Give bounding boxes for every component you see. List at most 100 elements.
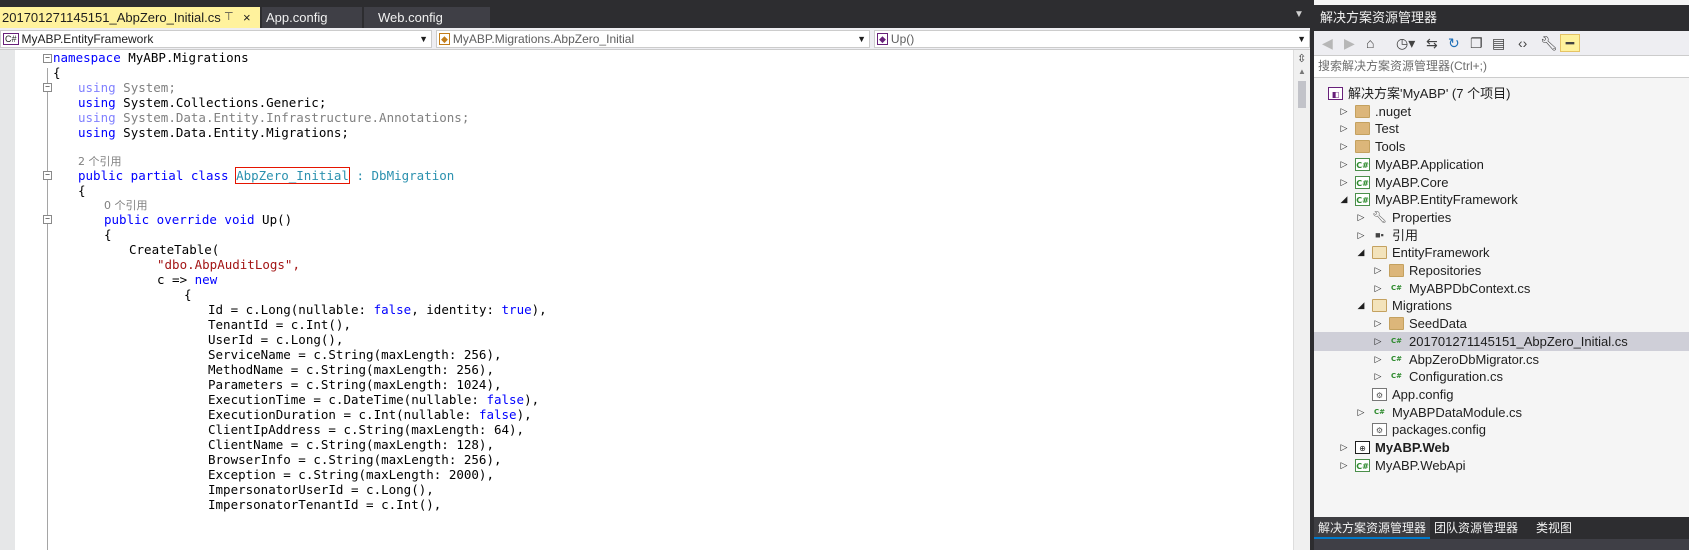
collapse-icon[interactable]: − [43,215,52,224]
collapsed-arrow-icon[interactable]: ▷ [1356,208,1366,227]
scroll-up-icon[interactable]: ▲ [1298,67,1306,76]
show-all-files-icon[interactable]: ▤ [1492,35,1505,51]
tab-team-explorer[interactable]: 团队资源管理器 [1430,517,1522,539]
csharp-project-icon: C# [1355,176,1370,189]
refresh-icon[interactable]: ↻ [1448,35,1460,51]
using-target: System; [115,80,176,95]
scrollbar-thumb[interactable] [1298,81,1306,108]
tree-item[interactable]: ◧ 解决方案'MyABP' (7 个项目) [1314,84,1689,103]
folder-icon [1389,317,1404,330]
vertical-scrollbar[interactable]: ⇳ ▲ [1293,50,1310,550]
csharp-project-icon: C# [1355,193,1370,206]
keyword: void [216,212,255,227]
tree-item[interactable]: ◢ Migrations [1314,296,1689,315]
expanded-arrow-icon[interactable]: ◢ [1356,243,1366,262]
column-definition-line: UserId = c.Long(), [208,332,343,347]
project-dropdown[interactable]: C# MyABP.EntityFramework ▼ [0,30,432,48]
tree-item-label: MyABP.Application [1375,157,1484,172]
tree-item[interactable]: ▷ ⊕ MyABP.Web [1314,438,1689,457]
tree-item[interactable]: ◢ C# MyABP.EntityFramework [1314,190,1689,209]
close-icon[interactable]: × [243,7,251,28]
code-text-area[interactable]: − − − − namespace MyABP.Migrations { usi… [0,50,1293,550]
class-name-highlighted[interactable]: AbpZero_Initial [235,167,350,184]
expanded-arrow-icon[interactable]: ◢ [1356,296,1366,315]
tree-item-label: EntityFramework [1392,245,1490,260]
collapsed-arrow-icon[interactable]: ▷ [1373,367,1383,386]
tree-item[interactable]: ▷ SeedData [1314,314,1689,333]
tree-item-label: MyABP.Web [1375,440,1450,455]
document-tab-strip: 201701271145151_AbpZero_Initial.cs ⊤ × A… [0,0,1310,28]
column-definition-line: BrowserInfo = c.String(maxLength: 256), [208,452,502,467]
codelens-reference-count[interactable]: 2 个引用 [78,154,122,169]
tab-overflow-dropdown-icon[interactable]: ▼ [1294,9,1304,20]
tree-item[interactable]: ▷ C# MyABP.WebApi [1314,456,1689,475]
tree-item-label: MyABP.EntityFramework [1375,192,1518,207]
collapsed-arrow-icon[interactable]: ▷ [1373,314,1383,333]
solution-explorer-panel: 解决方案资源管理器 ◀ ▶ ⌂ ◷▾ ⇆ ↻ ❐ ▤ ‹› 🔧︎ ━ 搜索解决方… [1310,0,1689,550]
search-input[interactable]: 搜索解决方案资源管理器(Ctrl+;) [1314,56,1689,78]
keyword: false [486,392,525,407]
splitter-icon[interactable]: ⇳ [1297,52,1306,65]
code-text: UserId = c.Long(), [208,332,344,347]
collapsed-arrow-icon[interactable]: ▷ [1339,456,1349,475]
collapsed-arrow-icon[interactable]: ▷ [1339,119,1349,138]
wrench-icon: 🔧︎ [1372,210,1388,224]
navigation-bar: C# MyABP.EntityFramework ▼ ◆ MyABP.Migrati… [0,28,1310,50]
code-line: using System.Data.Entity.Migrations; [78,125,349,140]
solution-explorer-toolbar: ◀ ▶ ⌂ ◷▾ ⇆ ↻ ❐ ▤ ‹› 🔧︎ ━ [1314,31,1689,56]
keyword: public [104,212,150,227]
forward-icon[interactable]: ▶ [1344,35,1355,51]
history-icon[interactable]: ◷▾ [1396,35,1415,51]
collapsed-arrow-icon[interactable]: ▷ [1373,261,1383,280]
collapse-icon[interactable]: − [43,171,52,180]
collapsed-arrow-icon[interactable]: ▷ [1339,438,1349,457]
tree-item[interactable]: ▷ C# Configuration.cs [1314,367,1689,386]
properties-icon[interactable]: 🔧︎ [1540,35,1558,51]
project-dropdown-value: MyABP.EntityFramework [21,32,154,46]
tab-solution-explorer[interactable]: 解决方案资源管理器 [1314,517,1431,539]
collapse-icon[interactable]: − [43,54,52,63]
code-line: { [78,183,86,198]
codelens-reference-count[interactable]: 0 个引用 [104,198,148,213]
tree-item[interactable]: ◢ EntityFramework [1314,243,1689,262]
tree-item[interactable]: ▷ Test [1314,119,1689,138]
tab-label: App.config [266,10,328,25]
code-text: ImpersonatorUserId = c.Long(), [208,482,434,497]
tree-item[interactable]: ▷ Tools [1314,137,1689,156]
tab-label: 201701271145151_AbpZero_Initial.cs [2,10,221,25]
tab-web-config[interactable]: Web.config [364,7,490,28]
csharp-project-icon: C# [1355,459,1370,472]
folder-open-icon [1372,299,1387,312]
collapsed-arrow-icon[interactable]: ▷ [1373,332,1383,351]
tree-item[interactable]: ⚙ packages.config [1314,420,1689,439]
preview-icon[interactable]: ━ [1560,34,1580,52]
tree-item[interactable]: ▷ C# 201701271145151_AbpZero_Initial.cs [1314,332,1689,351]
expanded-arrow-icon[interactable]: ◢ [1339,190,1349,209]
collapsed-arrow-icon[interactable]: ▷ [1339,137,1349,156]
code-text: ClientIpAddress = c.String(maxLength: 64… [208,422,525,437]
pin-icon[interactable]: ⊤ [224,7,234,28]
tab-app-config[interactable]: App.config [262,7,362,28]
tab-class-view[interactable]: 类视图 [1532,517,1576,539]
type-dropdown[interactable]: ◆ MyABP.Migrations.AbpZero_Initial ▼ [436,30,870,48]
sync-icon[interactable]: ⇆ [1426,35,1438,51]
collapsed-arrow-icon[interactable]: ▷ [1339,155,1349,174]
punctuation: : [348,168,372,183]
member-dropdown[interactable]: ◆ Up() ▼ [874,30,1310,48]
code-text: BrowserInfo = c.String(maxLength: 256), [208,452,502,467]
tree-item[interactable]: ▷ C# MyABP.Application [1314,155,1689,174]
tab-initial-migration[interactable]: 201701271145151_AbpZero_Initial.cs ⊤ × [0,7,260,28]
tree-item[interactable]: ▷ Repositories [1314,261,1689,280]
code-line: using System.Collections.Generic; [78,95,326,110]
visual-studio-window: 201701271145151_AbpZero_Initial.cs ⊤ × A… [0,0,1689,550]
panel-title: 解决方案资源管理器 [1314,5,1689,31]
back-icon[interactable]: ◀ [1322,35,1333,51]
outlining-guide [47,68,48,550]
tree-item[interactable]: ▷ 🔧︎ Properties [1314,208,1689,227]
collapse-all-icon[interactable]: ❐ [1470,35,1483,51]
tree-item-label: Test [1375,121,1399,136]
view-code-icon[interactable]: ‹› [1518,35,1527,51]
collapse-icon[interactable]: − [43,83,52,92]
tree-item[interactable]: ⚙ App.config [1314,385,1689,404]
home-icon[interactable]: ⌂ [1366,35,1374,51]
